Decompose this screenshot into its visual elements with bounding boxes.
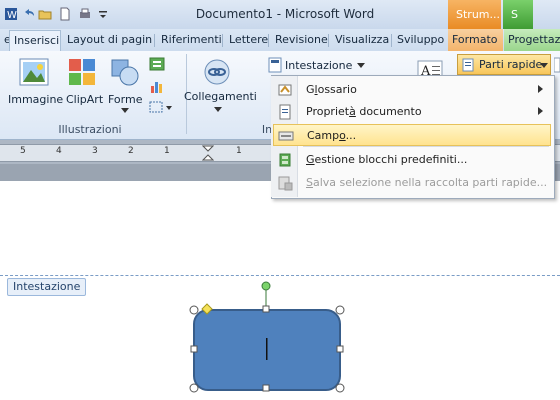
insert-shapes-button[interactable]: Forme	[108, 93, 142, 106]
tab-formato[interactable]: Formato	[448, 29, 503, 51]
insert-clipart-button[interactable]: ClipArt	[66, 93, 103, 106]
print-preview-icon[interactable]	[78, 7, 92, 21]
undo-icon[interactable]	[22, 7, 36, 21]
selected-rounded-rectangle-shape[interactable]	[186, 280, 352, 400]
menu-item-campo[interactable]: Campo...	[273, 124, 551, 146]
menu-item-label: Salva selezione nella raccolta parti rap…	[306, 176, 548, 189]
signature-line-icon[interactable]	[554, 56, 560, 74]
tab-visualizza[interactable]: Visualizza	[331, 29, 393, 51]
ruler-number: 1	[164, 146, 170, 156]
menu-item-building-blocks[interactable]: Gestione blocchi predefiniti...	[273, 149, 551, 171]
autotext-icon	[278, 84, 292, 96]
quick-parts-button[interactable]: Parti rapide	[457, 54, 551, 75]
new-document-icon[interactable]	[58, 7, 72, 21]
ruler-number: 4	[56, 146, 62, 156]
ruler-number: 5	[20, 146, 26, 156]
svg-text:W: W	[7, 10, 17, 21]
contextual-tab-group-tools: Strum...	[448, 0, 501, 29]
customize-qat-icon[interactable]	[96, 7, 110, 21]
indent-marker-icon[interactable]	[202, 145, 214, 161]
chevron-down-icon	[357, 63, 365, 68]
menu-separator	[303, 146, 549, 147]
chevron-down-icon	[214, 107, 222, 112]
building-blocks-icon	[279, 153, 291, 167]
menu-item-label: Campo...	[307, 129, 357, 142]
quick-parts-icon	[462, 58, 474, 72]
word-logo-icon[interactable]: W	[4, 7, 18, 21]
document-property-icon	[279, 104, 291, 120]
chevron-down-icon	[121, 108, 129, 113]
tab-sviluppo[interactable]: Sviluppo	[393, 29, 448, 51]
menu-item-document-property[interactable]: Proprietà documento	[273, 101, 551, 123]
tab-layout[interactable]: Layout di pagin	[63, 29, 156, 51]
image-icon[interactable]	[18, 56, 50, 88]
submenu-arrow-icon	[538, 107, 543, 115]
tab-inserisci[interactable]: Inserisci	[9, 30, 61, 52]
menu-item-label: Glossario	[306, 83, 357, 96]
quick-parts-label: Parti rapide	[479, 58, 543, 71]
menu-item-label: Proprietà documento	[306, 105, 422, 118]
tab-lettere[interactable]: Lettere	[225, 29, 272, 51]
menu-item-glossario[interactable]: Glossario	[273, 79, 551, 101]
smartart-icon[interactable]	[149, 56, 165, 72]
ribbon-tabs: e Inserisci Layout di pagin Riferimenti …	[0, 29, 560, 52]
tab-progettazione[interactable]: Progettaz	[504, 29, 560, 51]
field-icon	[278, 131, 294, 141]
tab-riferimenti[interactable]: Riferimenti	[157, 29, 226, 51]
header-button[interactable]: Intestazione	[285, 59, 352, 72]
contextual-tab-group-2: S	[503, 0, 533, 29]
ruler-number: 3	[92, 146, 98, 156]
menu-item-label: Gestione blocchi predefiniti...	[306, 153, 468, 166]
insert-image-button[interactable]: Immagine	[8, 93, 63, 106]
chevron-down-icon	[540, 63, 548, 68]
group-label-illustrations: Illustrazioni	[58, 123, 122, 136]
submenu-arrow-icon	[538, 85, 543, 93]
menu-item-save-selection: Salva selezione nella raccolta parti rap…	[273, 172, 551, 194]
title-bar: W Documento1 - Microsoft Word Strum... S	[0, 0, 560, 29]
tab-revisione[interactable]: Revisione	[271, 29, 332, 51]
links-button[interactable]: Collegamenti	[184, 90, 257, 103]
chart-icon[interactable]	[149, 78, 165, 94]
header-label-tag: Intestazione	[7, 278, 87, 296]
header-icon	[268, 57, 282, 73]
header-boundary-line	[0, 275, 560, 276]
screenshot-icon[interactable]	[149, 100, 173, 114]
save-to-gallery-icon	[278, 176, 293, 191]
shapes-icon[interactable]	[110, 56, 140, 88]
open-folder-icon[interactable]	[38, 7, 52, 21]
ruler-number: 2	[128, 146, 134, 156]
clipart-icon[interactable]	[68, 58, 96, 86]
window-title: Documento1 - Microsoft Word	[195, 7, 375, 21]
ruler-number: 1	[236, 146, 242, 156]
links-icon[interactable]	[203, 58, 231, 86]
